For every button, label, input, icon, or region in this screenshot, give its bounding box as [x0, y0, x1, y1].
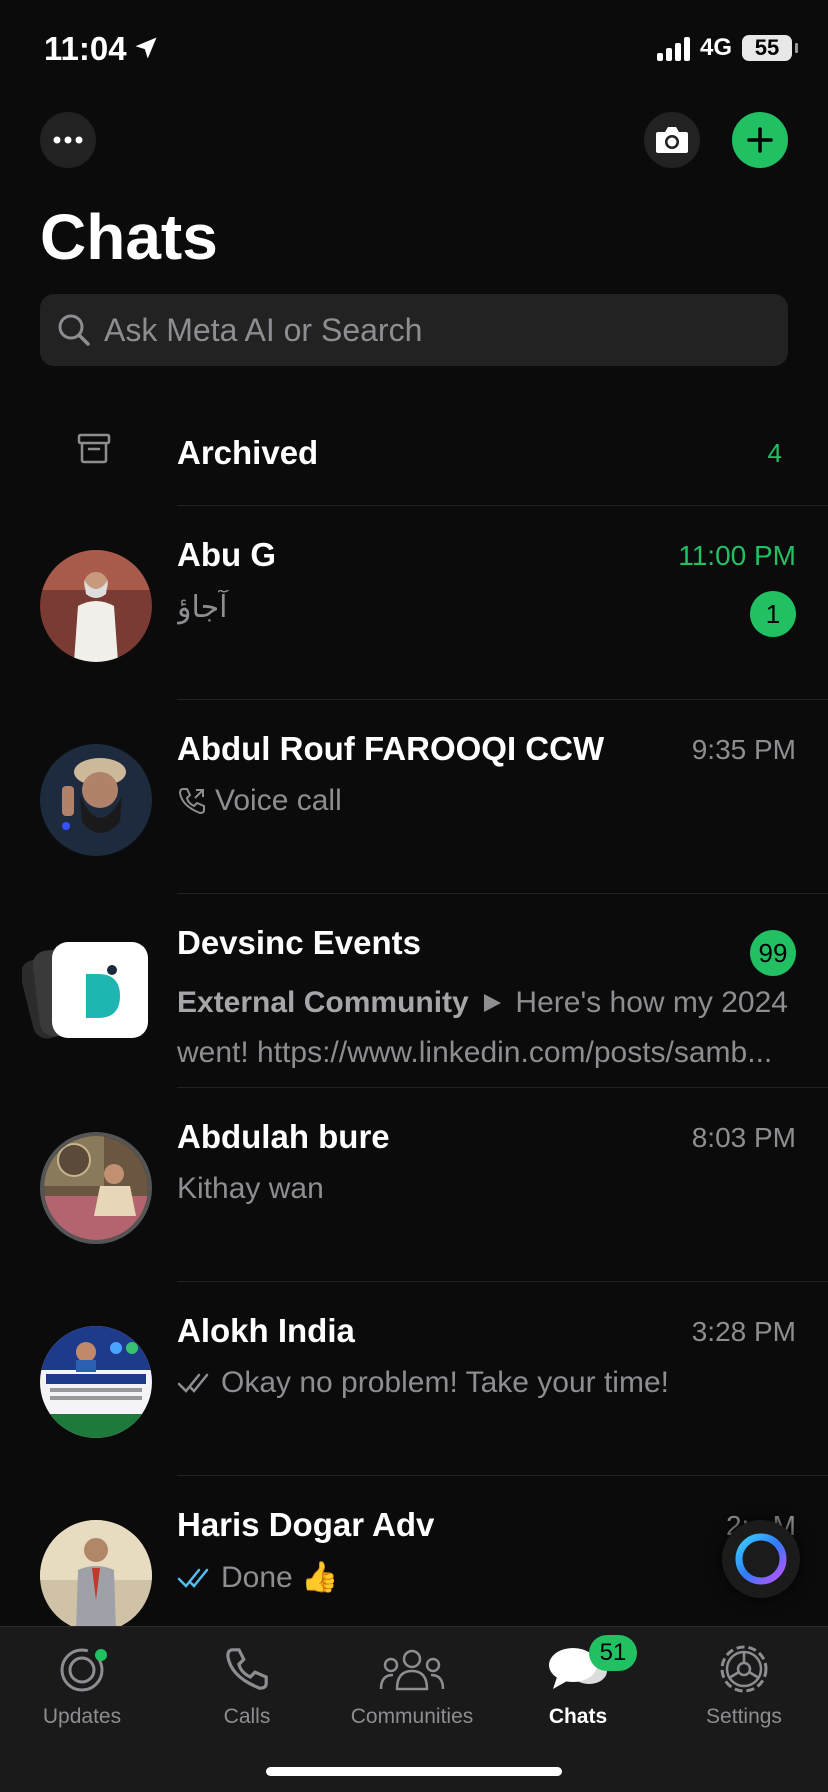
- phone-icon: [172, 1639, 322, 1699]
- preview-text: Done 👍: [221, 1561, 339, 1594]
- ellipsis-icon: [53, 136, 83, 144]
- meta-ai-ring-icon: [735, 1533, 787, 1585]
- chat-row-devsinc-events[interactable]: Devsinc Events 99 External Community Her…: [0, 894, 828, 1088]
- chat-time: 3:28 PM: [691, 1316, 796, 1347]
- tab-chats[interactable]: 51 Chats: [503, 1635, 653, 1739]
- chat-preview: آجاؤ: [177, 590, 797, 625]
- chat-time: 9:35 PM: [691, 734, 796, 765]
- camera-icon: [656, 127, 688, 153]
- double-check-icon: [177, 1373, 209, 1393]
- search-bar[interactable]: [40, 294, 788, 366]
- chat-name: Abdulah bure: [177, 1118, 390, 1155]
- signal-icon: [656, 35, 690, 61]
- chat-name: Devsinc Events: [177, 924, 421, 961]
- preview-text-line1: Here's how my 2024: [515, 986, 788, 1019]
- chat-name: Haris Dogar Adv: [177, 1506, 435, 1543]
- home-indicator: [266, 1767, 562, 1776]
- new-chat-button[interactable]: [732, 112, 788, 168]
- chat-preview: Done 👍: [177, 1560, 797, 1595]
- more-options-button[interactable]: [40, 112, 96, 168]
- chat-time: 8:03 PM: [691, 1122, 796, 1153]
- tab-communities[interactable]: Communities: [337, 1639, 487, 1739]
- unread-badge: 99: [750, 930, 796, 976]
- status-indicators: 4G 55: [656, 34, 798, 62]
- tab-label: Settings: [706, 1705, 782, 1728]
- chat-preview: Voice call: [177, 784, 797, 818]
- preview-text: Kithay wan: [177, 1172, 324, 1205]
- network-type: 4G: [699, 34, 732, 61]
- tab-label: Chats: [548, 1705, 608, 1728]
- chat-name: Alokh India: [177, 1312, 355, 1349]
- community-avatar: [20, 940, 152, 1050]
- preview-text: آجاؤ: [177, 591, 228, 624]
- chat-preview: External Community Here's how my 2024 we…: [177, 978, 797, 1078]
- tab-label: Calls: [223, 1705, 271, 1728]
- unread-badge: 1: [750, 591, 796, 637]
- chat-preview: Kithay wan: [177, 1172, 797, 1206]
- voice-call-icon: [178, 788, 205, 815]
- updates-dot: [95, 1649, 107, 1661]
- preview-text-line2: went! https://www.linkedin.com/posts/sam…: [177, 1036, 773, 1069]
- chat-name: Abdul Rouf FAROOQI CCW: [177, 730, 605, 767]
- tab-label: Updates: [42, 1705, 122, 1728]
- camera-button[interactable]: [644, 112, 700, 168]
- plus-icon: [747, 127, 773, 153]
- tab-settings[interactable]: Settings: [669, 1639, 819, 1739]
- page-title: Chats: [40, 201, 218, 273]
- double-check-read-icon: [177, 1568, 209, 1588]
- meta-ai-button[interactable]: [722, 1520, 800, 1598]
- chat-list: Abu G 11:00 PM آجاؤ 1 Abdul Rouf FAROOQI…: [0, 506, 828, 1670]
- search-icon: [58, 314, 90, 346]
- chat-name: Abu G: [177, 536, 276, 573]
- tab-label: Communities: [350, 1705, 474, 1728]
- top-actions: [0, 112, 828, 170]
- status-time: 11:04: [44, 30, 127, 67]
- status-bar: 11:04 4G 55: [0, 0, 828, 100]
- location-arrow-icon: [135, 37, 157, 59]
- chat-preview: Okay no problem! Take your time!: [177, 1366, 797, 1400]
- avatar: [40, 1132, 152, 1244]
- battery-icon: 55: [742, 35, 798, 61]
- chat-row-alokh-india[interactable]: Alokh India 3:28 PM Okay no problem! Tak…: [0, 1282, 828, 1476]
- avatar: [40, 744, 152, 856]
- chat-time: 11:00 PM: [678, 540, 796, 571]
- search-input[interactable]: [104, 311, 744, 349]
- avatar: [40, 550, 152, 662]
- avatar: [40, 1520, 152, 1632]
- updates-icon: [7, 1639, 157, 1699]
- avatar: [40, 1326, 152, 1438]
- archived-label: Archived: [177, 434, 319, 471]
- chat-row-abdul-rouf[interactable]: Abdul Rouf FAROOQI CCW 9:35 PM Voice cal…: [0, 700, 828, 894]
- archived-count: 4: [767, 438, 782, 468]
- chats-badge: 51: [589, 1635, 637, 1671]
- archived-row[interactable]: Archived 4: [0, 410, 828, 506]
- play-arrow-icon: [484, 994, 502, 1012]
- tab-updates[interactable]: Updates: [7, 1639, 157, 1739]
- chat-row-abu-g[interactable]: Abu G 11:00 PM آجاؤ 1: [0, 506, 828, 700]
- tab-bar: Updates Calls Communities 51 Chats Setti…: [0, 1626, 828, 1792]
- preview-text: Okay no problem! Take your time!: [221, 1366, 669, 1399]
- tab-calls[interactable]: Calls: [172, 1639, 322, 1739]
- archive-icon: [77, 433, 111, 464]
- preview-text: Voice call: [215, 784, 342, 817]
- gear-icon: [669, 1639, 819, 1699]
- preview-prefix: External Community: [177, 986, 469, 1019]
- communities-icon: [337, 1639, 487, 1699]
- chat-row-abdulah-bure[interactable]: Abdulah bure 8:03 PM Kithay wan: [0, 1088, 828, 1282]
